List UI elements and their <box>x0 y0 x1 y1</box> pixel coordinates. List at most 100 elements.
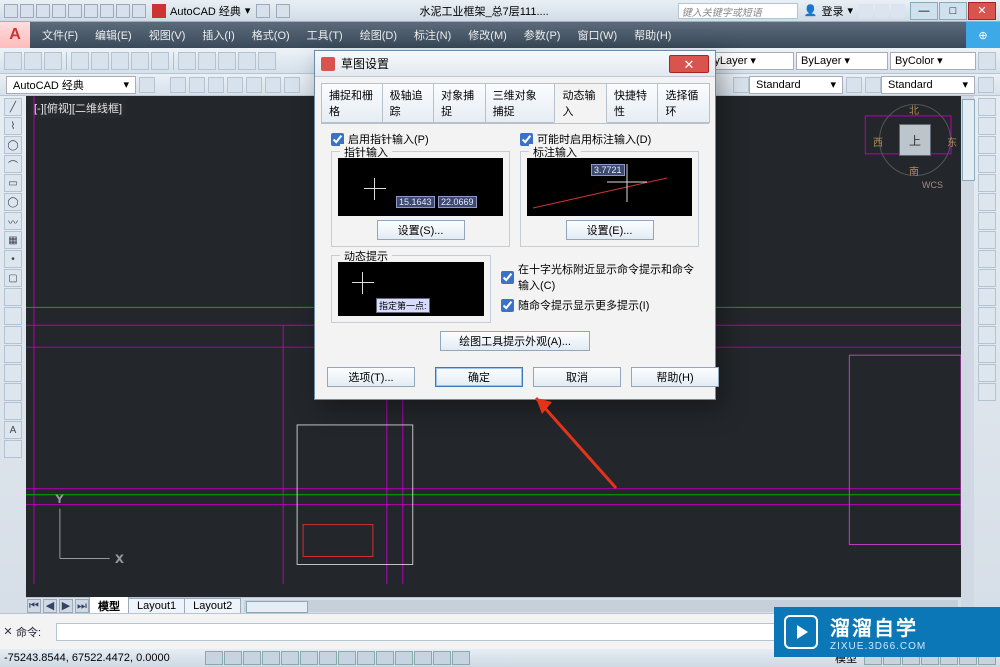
tab-nav-prev[interactable]: ◀ <box>43 599 57 613</box>
options-button[interactable]: 选项(T)... <box>327 367 415 387</box>
checkbox-input[interactable] <box>501 299 514 312</box>
close-button[interactable]: ✕ <box>968 2 996 20</box>
status-toggle[interactable] <box>376 651 394 665</box>
checkbox-input[interactable] <box>501 271 514 284</box>
tab-polar[interactable]: 极轴追踪 <box>382 83 435 123</box>
dim-settings-button[interactable]: 设置(E)... <box>566 220 654 240</box>
menu-view[interactable]: 视图(V) <box>141 24 194 46</box>
tool-icon[interactable] <box>846 77 862 93</box>
tab-osnap[interactable]: 对象捕捉 <box>433 83 486 123</box>
circle-icon[interactable]: ◯ <box>4 136 22 154</box>
qat-icon[interactable] <box>20 4 34 18</box>
minimize-button[interactable]: — <box>910 2 938 20</box>
text-icon[interactable]: A <box>4 421 22 439</box>
qat-icon[interactable] <box>52 4 66 18</box>
tool-icon[interactable] <box>246 77 262 93</box>
tool-icon[interactable] <box>4 52 22 70</box>
status-toggle[interactable] <box>281 651 299 665</box>
cursor-prompt-checkbox[interactable]: 在十字光标附近显示命令提示和命令输入(C) <box>501 261 699 293</box>
menu-insert[interactable]: 插入(I) <box>194 24 242 46</box>
help-button[interactable]: 帮助(H) <box>631 367 719 387</box>
tool-icon[interactable] <box>265 77 281 93</box>
tool-icon[interactable] <box>978 288 996 306</box>
tool-icon[interactable] <box>978 52 996 70</box>
tool-icon[interactable] <box>91 52 109 70</box>
tab-dynamic-input[interactable]: 动态输入 <box>554 83 607 123</box>
status-toggle[interactable] <box>319 651 337 665</box>
dropdown-icon[interactable] <box>891 4 905 18</box>
menu-tools[interactable]: 工具(T) <box>299 24 351 46</box>
menu-format[interactable]: 格式(O) <box>244 24 298 46</box>
tab-nav-last[interactable]: ⏭ <box>75 599 89 613</box>
tool-icon[interactable] <box>978 77 994 93</box>
tool-icon[interactable] <box>978 326 996 344</box>
menu-modify[interactable]: 修改(M) <box>460 24 515 46</box>
tool-icon[interactable] <box>238 52 256 70</box>
status-toggle[interactable] <box>300 651 318 665</box>
status-toggle[interactable] <box>205 651 223 665</box>
tool-icon[interactable] <box>131 52 149 70</box>
menu-file[interactable]: 文件(F) <box>34 24 86 46</box>
qat-icon[interactable] <box>84 4 98 18</box>
ellipse-icon[interactable]: ◯ <box>4 193 22 211</box>
tool-icon[interactable] <box>978 231 996 249</box>
tool-icon[interactable] <box>978 136 996 154</box>
qat-icon[interactable] <box>132 4 146 18</box>
tab-snap-grid[interactable]: 捕捉和栅格 <box>321 83 383 123</box>
layout-tab-layout1[interactable]: Layout1 <box>128 598 185 614</box>
tool-icon[interactable] <box>865 77 881 93</box>
tool-icon[interactable] <box>227 77 243 93</box>
tool-icon[interactable] <box>178 52 196 70</box>
line-icon[interactable]: ╱ <box>4 98 22 116</box>
cancel-button[interactable]: 取消 <box>533 367 621 387</box>
tab-selection-cycle[interactable]: 选择循环 <box>657 83 710 123</box>
login-button[interactable]: 👤 登录 ▾ <box>804 3 853 19</box>
tool-icon[interactable] <box>151 52 169 70</box>
layout-tab-layout2[interactable]: Layout2 <box>184 598 241 614</box>
menu-dimension[interactable]: 标注(N) <box>406 24 459 46</box>
tool-icon[interactable] <box>284 77 300 93</box>
arc-icon[interactable]: ⌒ <box>4 155 22 173</box>
tab-quick-props[interactable]: 快捷特性 <box>606 83 659 123</box>
status-toggle[interactable] <box>357 651 375 665</box>
region-icon[interactable]: ▢ <box>4 269 22 287</box>
tool-icon[interactable] <box>189 77 205 93</box>
tab-3dosnap[interactable]: 三维对象捕捉 <box>485 83 556 123</box>
qat-icon[interactable] <box>68 4 82 18</box>
tool-icon[interactable] <box>218 52 236 70</box>
tab-nav-next[interactable]: ▶ <box>59 599 73 613</box>
tool-icon[interactable] <box>978 212 996 230</box>
qat-icon[interactable] <box>100 4 114 18</box>
tool-icon[interactable] <box>978 383 996 401</box>
tool-icon[interactable] <box>4 288 22 306</box>
tool-icon[interactable] <box>978 269 996 287</box>
point-icon[interactable]: • <box>4 250 22 268</box>
tool-icon[interactable] <box>111 52 129 70</box>
status-toggle[interactable] <box>243 651 261 665</box>
qat-icon[interactable] <box>4 4 18 18</box>
cmdline-close-icon[interactable]: ✕ <box>0 625 16 638</box>
plotstyle-combo[interactable]: ByColor ▾ <box>890 52 976 70</box>
tool-icon[interactable] <box>978 98 996 116</box>
tool-icon[interactable] <box>4 345 22 363</box>
hatch-icon[interactable]: ▦ <box>4 231 22 249</box>
tool-icon[interactable] <box>978 307 996 325</box>
tool-icon[interactable] <box>4 364 22 382</box>
status-toggle[interactable] <box>262 651 280 665</box>
exchange-icon[interactable] <box>859 4 873 18</box>
tool-icon[interactable] <box>4 402 22 420</box>
qat-icon[interactable] <box>36 4 50 18</box>
tab-nav-first[interactable]: ⏮ <box>27 599 41 613</box>
spline-icon[interactable]: 〰 <box>4 212 22 230</box>
tool-icon[interactable] <box>978 117 996 135</box>
tool-icon[interactable] <box>978 174 996 192</box>
cloud-extension-icon[interactable]: ⊕ <box>966 22 1000 48</box>
tool-icon[interactable] <box>208 77 224 93</box>
dialog-titlebar[interactable]: 草图设置 ✕ <box>315 51 715 77</box>
tool-icon[interactable] <box>978 250 996 268</box>
status-toggle[interactable] <box>224 651 242 665</box>
status-toggle[interactable] <box>395 651 413 665</box>
status-toggle[interactable] <box>433 651 451 665</box>
tool-icon[interactable] <box>139 77 155 93</box>
workspace-switcher[interactable]: AutoCAD 经典 ▾ <box>152 3 250 19</box>
